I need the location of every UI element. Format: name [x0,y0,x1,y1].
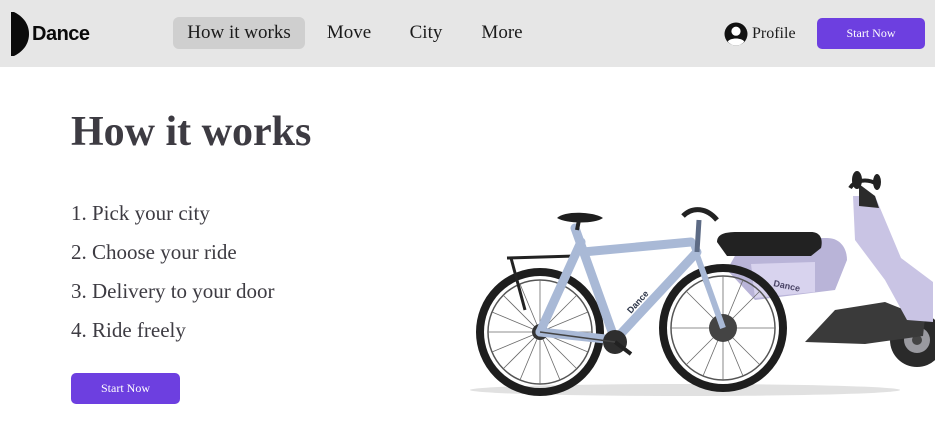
page-title: How it works [71,109,312,155]
step-item: 4. Ride freely [71,318,186,342]
steps-list: 1. Pick your city 2. Choose your ride 3.… [71,198,275,354]
nav-item-how-it-works[interactable]: How it works [173,17,305,49]
profile-label: Profile [752,25,796,42]
nav-item-move[interactable]: Move [320,17,378,49]
step-item: 2. Choose your ride [71,240,237,264]
dance-logo-mark-icon [11,12,29,56]
brand-logo[interactable]: Dance [10,12,90,56]
start-now-button-header[interactable]: Start Now [817,18,925,49]
step-item: 1. Pick your city [71,201,210,225]
vehicles-illustration: Dance Dance [470,171,935,396]
bike-and-moped-image: Dance Dance [455,160,935,405]
start-now-button-hero[interactable]: Start Now [71,373,180,404]
nav-item-more[interactable]: More [474,17,530,49]
user-avatar-icon [724,22,748,46]
nav-item-city[interactable]: City [402,17,450,49]
profile-link[interactable]: Profile [724,21,796,47]
step-item: 3. Delivery to your door [71,279,275,303]
top-navbar: Dance How it works Move City More Profil… [0,0,935,67]
e-moped: Dance [717,171,935,367]
brand-name: Dance [32,22,90,45]
